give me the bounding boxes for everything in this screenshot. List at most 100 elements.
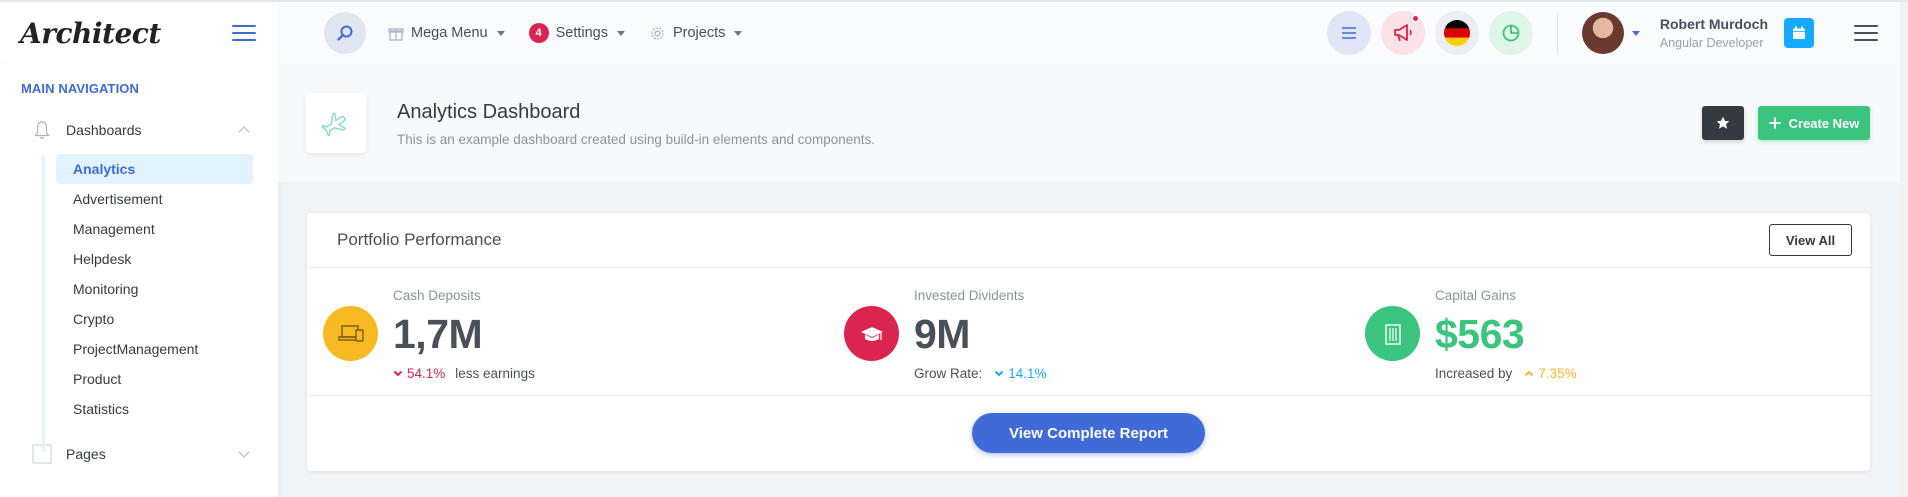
stat-change-value: 7.35% [1538,366,1577,381]
sidebar-item-analytics[interactable]: Analytics [56,154,253,184]
sidebar: MAIN NAVIGATION Dashboards Analytics Adv… [0,64,278,497]
page-subtitle: This is an example dashboard created usi… [397,132,876,147]
settings-label: Settings [555,25,608,41]
create-new-label: Create New [1788,115,1860,131]
portfolio-card: Portfolio Performance View All Cash Depo… [307,213,1870,471]
user-role: Angular Developer [1659,36,1764,50]
view-complete-report-button[interactable]: View Complete Report [972,413,1205,453]
list-button[interactable] [1326,11,1371,55]
header-divider [1556,13,1558,53]
card-title: Portfolio Performance [337,230,502,249]
plus-icon [1769,117,1781,129]
building-icon [1365,306,1420,361]
chevron-down-icon [616,30,625,36]
sidebar-item-projectmanagement[interactable]: ProjectManagement [56,334,253,364]
notification-dot [1411,15,1419,22]
list-icon [1341,27,1356,39]
scrollbar[interactable] [1900,2,1908,497]
avatar[interactable] [1581,12,1624,54]
megaphone-icon [1393,24,1412,42]
dashboards-submenu: Analytics Advertisement Management Helpd… [42,154,278,452]
stat-label: Invested Dividents [914,288,1025,303]
projects-label: Projects [672,25,726,41]
stat-label: Capital Gains [1435,288,1517,303]
stat-change: 14.1% [994,366,1047,381]
menu-toggle-button[interactable] [1854,25,1878,41]
stat-value: 9M [914,311,970,357]
chevron-down-icon [734,30,743,36]
header-nav: Mega Menu 4 Settings Projects [278,12,1317,54]
stat-change-value: 14.1% [1008,366,1047,381]
plane-icon [321,112,347,137]
sidebar-item-helpdesk[interactable]: Helpdesk [56,244,253,274]
stat-footer: Increased by 7.35% [1435,366,1577,381]
chevron-down-icon [995,370,1004,377]
sidebar-item-management[interactable]: Management [56,214,253,244]
gear-icon [651,26,664,40]
settings-badge: 4 [528,23,549,43]
stat-change: 7.35% [1524,366,1577,381]
stat-change: 54.1% [393,366,445,381]
stat-invested-dividends: Invested Dividents 9M Grow Rate: 14.1% [828,268,1349,395]
stat-value: 1,7M [393,311,483,357]
pie-chart-icon [1502,24,1520,42]
page-title-bar: Analytics Dashboard This is an example d… [278,64,1908,182]
chevron-down-icon [238,446,250,458]
sidebar-heading: MAIN NAVIGATION [21,81,140,96]
star-icon [1716,116,1730,129]
page-title: Analytics Dashboard [397,101,581,123]
sidebar-item-label: Pages [66,446,106,462]
projects-link[interactable]: Projects [647,25,744,42]
user-info: Robert Murdoch Angular Developer [1660,16,1768,50]
app-header: Architect Mega Menu 4 Settings Projects [0,0,1908,64]
sidebar-item-dashboards[interactable]: Dashboards [0,112,278,148]
calendar-icon [1793,26,1805,39]
stat-change-suffix: less earnings [455,366,535,381]
mega-menu-label: Mega Menu [411,25,488,41]
chevron-down-icon[interactable] [1631,30,1640,36]
page-icon-box [306,93,366,153]
favorite-button[interactable] [1702,106,1744,140]
mega-menu-link[interactable]: Mega Menu [386,25,507,41]
card-header: Portfolio Performance View All [307,213,1870,268]
card-footer: View Complete Report [307,396,1870,470]
create-new-button[interactable]: Create New [1758,106,1870,140]
settings-link[interactable]: 4 Settings [527,23,627,43]
stat-cash-deposits: Cash Deposits 1,7M 54.1% less earnings [307,268,828,395]
sidebar-item-advertisement[interactable]: Advertisement [56,184,253,214]
chevron-up-icon [1525,370,1534,377]
header-actions: Robert Murdoch Angular Developer [1317,11,1908,55]
bell-icon [30,120,54,140]
app-logo: Architect [20,16,161,50]
stat-footer: 54.1% less earnings [393,366,535,381]
sidebar-item-product[interactable]: Product [56,364,253,394]
logo-area: Architect [0,2,278,64]
sidebar-item-crypto[interactable]: Crypto [56,304,253,334]
stat-footer: Grow Rate: 14.1% [914,366,1047,381]
laptop-icon [323,306,378,361]
sidebar-toggle-button[interactable] [232,25,256,41]
chevron-down-icon [496,30,505,36]
stat-change-value: 54.1% [407,366,446,381]
chevron-down-icon [393,370,403,377]
chevron-up-icon [238,126,250,138]
chart-button[interactable] [1488,11,1533,55]
stat-change-prefix: Increased by [1435,366,1513,381]
notifications-button[interactable] [1380,11,1425,55]
sidebar-item-statistics[interactable]: Statistics [56,394,253,424]
submenu-line [42,154,45,452]
sidebar-item-monitoring[interactable]: Monitoring [56,274,253,304]
gift-icon [388,28,404,41]
stat-capital-gains: Capital Gains $563 Increased by 7.35% [1349,268,1870,395]
view-all-button[interactable]: View All [1769,224,1852,256]
graduation-cap-icon [844,306,899,361]
calendar-button[interactable] [1784,18,1814,48]
sidebar-item-label: Dashboards [66,122,142,138]
language-button[interactable] [1434,11,1479,55]
user-name: Robert Murdoch [1659,16,1768,32]
search-icon [337,25,353,41]
german-flag-icon [1443,20,1470,46]
search-button[interactable] [324,12,366,54]
stat-label: Cash Deposits [393,288,481,303]
stat-value: $563 [1435,311,1525,357]
